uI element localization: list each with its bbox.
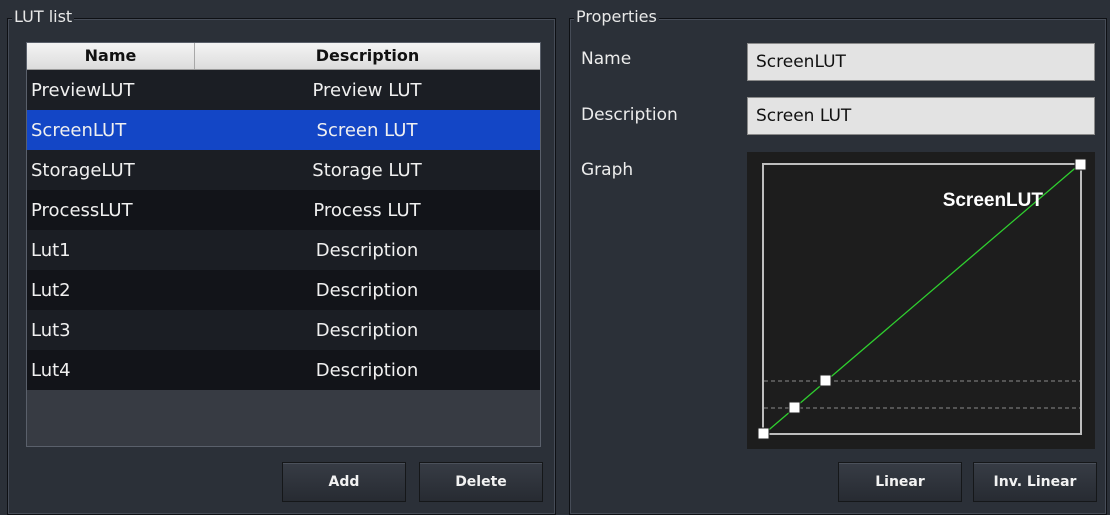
- lut-list-title: LUT list: [12, 7, 75, 27]
- lut-table[interactable]: Name Description PreviewLUT Preview LUT Sc…: [26, 42, 541, 447]
- row-description-cell: Description: [315, 319, 419, 341]
- table-row[interactable]: Lut2 Description: [27, 270, 540, 310]
- add-button[interactable]: Add: [282, 462, 406, 502]
- table-row[interactable]: StorageLUT Storage LUT: [27, 150, 540, 190]
- row-description-cell: Description: [315, 239, 419, 261]
- properties-panel: Properties Name Description Graph Screen…: [569, 7, 1107, 515]
- row-name-cell: Lut3: [31, 319, 71, 341]
- row-name-cell: Lut4: [31, 359, 71, 381]
- row-name-cell: ScreenLUT: [31, 119, 127, 141]
- row-name-cell: PreviewLUT: [31, 79, 135, 101]
- row-description-cell: Preview LUT: [312, 79, 422, 101]
- row-description-cell: Description: [315, 359, 419, 381]
- name-field[interactable]: [747, 43, 1095, 81]
- row-name-cell: ProcessLUT: [31, 199, 133, 221]
- linear-button[interactable]: Linear: [838, 462, 962, 502]
- row-description-cell: Screen LUT: [316, 119, 418, 141]
- lut-editor: LUT list Name Description PreviewLUT Prev…: [0, 0, 1110, 515]
- control-point-handle[interactable]: [1074, 158, 1087, 171]
- table-row[interactable]: ScreenLUT Screen LUT: [27, 110, 540, 150]
- properties-title: Properties: [574, 7, 659, 27]
- table-row[interactable]: Lut3 Description: [27, 310, 540, 350]
- lut-list-panel: LUT list Name Description PreviewLUT Prev…: [7, 7, 556, 515]
- row-description-cell: Process LUT: [313, 199, 421, 221]
- table-header: Name Description: [27, 43, 540, 70]
- inv-linear-button[interactable]: Inv. Linear: [973, 462, 1097, 502]
- name-label: Name: [581, 49, 632, 69]
- control-point-handle[interactable]: [788, 401, 801, 414]
- table-row[interactable]: PreviewLUT Preview LUT: [27, 70, 540, 110]
- control-point-handle[interactable]: [757, 427, 770, 440]
- table-row[interactable]: Lut4 Description: [27, 350, 540, 390]
- row-name-cell: StorageLUT: [31, 159, 135, 181]
- table-row[interactable]: ProcessLUT Process LUT: [27, 190, 540, 230]
- graph-label: Graph: [581, 160, 634, 180]
- column-header-description[interactable]: Description: [195, 43, 540, 69]
- table-row[interactable]: Lut1 Description: [27, 230, 540, 270]
- table-body: PreviewLUT Preview LUT ScreenLUT Screen LUT…: [27, 70, 540, 390]
- row-name-cell: Lut1: [31, 239, 71, 261]
- row-description-cell: Storage LUT: [312, 159, 422, 181]
- row-name-cell: Lut2: [31, 279, 71, 301]
- row-description-cell: Description: [315, 279, 419, 301]
- graph-title: ScreenLUT: [943, 190, 1044, 211]
- lut-graph[interactable]: ScreenLUT: [747, 152, 1095, 449]
- delete-button[interactable]: Delete: [419, 462, 543, 502]
- description-field[interactable]: [747, 97, 1095, 135]
- description-label: Description: [581, 105, 678, 125]
- control-point-handle[interactable]: [819, 374, 832, 387]
- lut-graph-canvas: ScreenLUT: [757, 158, 1087, 440]
- column-header-name[interactable]: Name: [27, 43, 195, 69]
